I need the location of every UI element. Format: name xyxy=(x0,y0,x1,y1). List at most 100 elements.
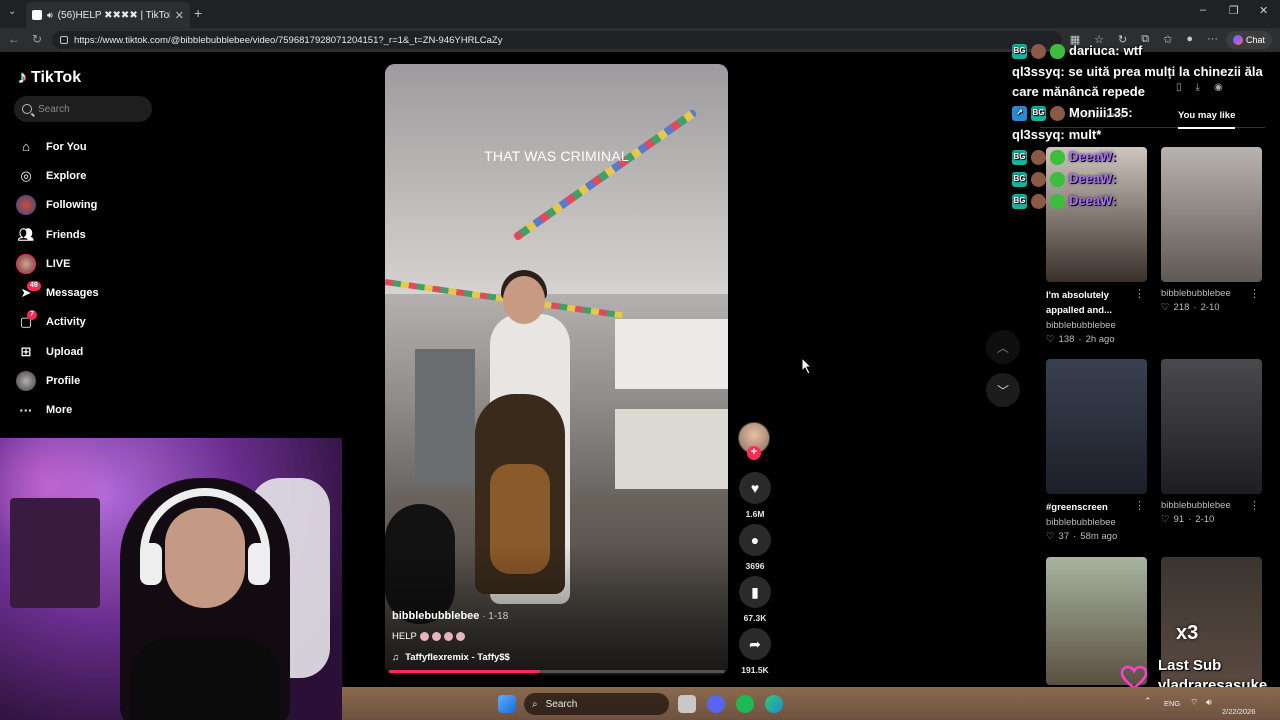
sub-badge-icon xyxy=(1050,149,1065,165)
sidebar-item-messages[interactable]: ➤ 49 Messages xyxy=(16,278,176,307)
live-avatar xyxy=(16,253,36,274)
card-more-icon[interactable]: ⋮ xyxy=(1249,499,1260,512)
search-input[interactable]: Search xyxy=(14,96,152,122)
chat-username: DeeaW: xyxy=(1069,171,1117,186)
video-progress-bar[interactable] xyxy=(389,670,725,673)
tiktok-logo[interactable]: ♪ TikTok xyxy=(18,67,81,88)
discord-icon[interactable] xyxy=(707,695,725,713)
cross-emoji-icon xyxy=(443,632,453,641)
taskbar-search[interactable]: ⌕ Search xyxy=(524,693,669,715)
chat-message: ↗ BG Moniii135: xyxy=(1012,102,1280,124)
sidebar-item-label: More xyxy=(46,404,73,417)
tiktok-wordmark: TikTok xyxy=(31,68,82,86)
messages-icon: ➤ 49 xyxy=(16,281,41,303)
video-player[interactable]: THAT WAS CRIMINAL xyxy=(385,64,728,675)
taskbar-date: 2/22/2026 xyxy=(1222,707,1256,716)
cross-emoji-icon xyxy=(431,632,441,641)
card-author: bibblebubblebee xyxy=(1046,320,1116,331)
card-more-icon[interactable]: ⋮ xyxy=(1134,499,1145,512)
video-author-link[interactable]: bibblebubblebee xyxy=(392,610,479,622)
sub-badge-icon xyxy=(1050,193,1065,209)
dot-separator: · xyxy=(1193,302,1197,313)
like-button[interactable]: ♥ xyxy=(739,472,771,504)
spotify-icon[interactable] xyxy=(736,695,754,713)
card-author: bibblebubblebee xyxy=(1161,288,1231,299)
sidebar-item-following[interactable]: Following xyxy=(16,191,176,220)
card-more-icon[interactable]: ⋮ xyxy=(1249,287,1260,300)
language-indicator[interactable]: ENG xyxy=(1164,699,1180,708)
previous-video-button[interactable]: ︿ xyxy=(986,330,1020,364)
sidebar-item-more[interactable]: ··· More xyxy=(16,396,176,425)
chat-username: ql3ssyq: xyxy=(1012,127,1065,142)
browser-tab-active[interactable]: 🔊︎ (56)HELP ✖✖✖✖ | TikTok ✕ xyxy=(26,2,190,28)
follow-plus-icon[interactable]: + xyxy=(747,446,761,460)
sidebar-item-friends[interactable]: 👥︎ Friends xyxy=(16,220,176,249)
chat-message: ql3ssyq: se uită prea mulți la chinezii … xyxy=(1012,62,1280,102)
comment-button[interactable]: ● xyxy=(739,524,771,556)
volume-icon[interactable]: 🔊︎ xyxy=(1206,697,1212,708)
recommended-card[interactable]: ⋮ bibblebubblebee ♡ 91 · 2-10 xyxy=(1161,359,1262,525)
speaker-icon[interactable]: 🔊︎ xyxy=(47,10,53,21)
reload-icon[interactable]: ↻ xyxy=(32,32,42,46)
activity-icon: ▢ 7 xyxy=(16,310,37,332)
site-info-icon[interactable] xyxy=(60,36,68,44)
sidebar-item-explore[interactable]: ◎ Explore xyxy=(16,161,176,190)
sidebar-item-upload[interactable]: ⊞ Upload xyxy=(16,337,176,366)
minimize-icon[interactable]: – xyxy=(1200,4,1206,16)
card-thumbnail xyxy=(1161,359,1262,494)
chat-message: ql3ssyq: mult* xyxy=(1012,124,1280,146)
chat-username: Moniii135: xyxy=(1069,105,1133,120)
heart-outline-icon: ♡ xyxy=(1161,514,1170,525)
card-likes: 138 xyxy=(1058,334,1075,345)
sidebar-item-live[interactable]: LIVE xyxy=(16,249,176,278)
share-button[interactable]: ➦ xyxy=(739,628,771,660)
cross-emoji-icon xyxy=(455,632,465,641)
video-description-text: HELP xyxy=(392,631,417,642)
taskbar-search-label: Search xyxy=(545,698,578,710)
network-icon[interactable]: ⌔ xyxy=(1190,697,1198,708)
chat-emote-icon xyxy=(1031,171,1046,187)
video-description: HELP xyxy=(392,631,465,642)
back-icon[interactable]: ← xyxy=(8,32,20,46)
taskbar-clock[interactable]: 2/22/2026 xyxy=(1222,692,1255,718)
new-tab-icon[interactable]: + xyxy=(194,5,202,21)
windows-start-icon[interactable] xyxy=(498,695,516,713)
recommended-card[interactable]: ⋮ #greenscreen bibblebubblebee ♡ 37 · 58m a… xyxy=(1046,359,1147,542)
card-stats: ♡ 91 · 2-10 xyxy=(1161,514,1262,525)
tab-title: (56)HELP ✖✖✖✖ | TikTok xyxy=(57,9,170,21)
combo-counter: x3 xyxy=(1176,622,1199,644)
heart-outline-icon: ♡ xyxy=(1046,531,1055,542)
sidebar-item-label: Profile xyxy=(46,375,81,388)
tab-search-chevron-icon[interactable]: ⌄ xyxy=(8,6,16,17)
card-title: #greenscreen xyxy=(1046,502,1108,513)
card-stats: ♡ 138 · 2h ago xyxy=(1046,334,1147,345)
close-window-icon[interactable]: ✕ xyxy=(1259,4,1268,17)
dot-separator: · xyxy=(1073,531,1077,542)
share-icon: ➦ xyxy=(749,635,761,652)
video-progress-fill xyxy=(389,670,541,673)
sidebar-item-activity[interactable]: ▢ 7 Activity xyxy=(16,308,176,337)
tiktok-note-icon: ♪ xyxy=(18,67,27,87)
search-icon: ⌕ xyxy=(532,698,538,710)
edge-icon[interactable] xyxy=(765,695,783,713)
next-video-button[interactable]: ﹀ xyxy=(986,373,1020,407)
card-more-icon[interactable]: ⋮ xyxy=(1134,287,1145,300)
heart-outline-icon: ♡ xyxy=(1046,334,1055,345)
address-bar[interactable]: https://www.tiktok.com/@bibblebubblebee/… xyxy=(52,31,1062,49)
sidebar-item-for-you[interactable]: ⌂ For You xyxy=(16,132,176,161)
video-text-overlay: THAT WAS CRIMINAL xyxy=(484,148,629,164)
sidebar-item-label: Upload xyxy=(46,345,84,358)
chat-message: BG DeeaW: xyxy=(1012,190,1280,212)
chat-emote-icon xyxy=(1050,105,1065,121)
video-music[interactable]: ♫ Taffyflexremix - Taffy$$ xyxy=(392,652,510,663)
card-thumbnail xyxy=(1046,359,1147,494)
sidebar-item-label: Messages xyxy=(46,287,99,300)
maximize-icon[interactable]: ❐ xyxy=(1229,4,1239,17)
webcam-person xyxy=(120,468,290,720)
sidebar-item-profile[interactable]: Profile xyxy=(16,366,176,395)
save-button[interactable]: ▮ xyxy=(739,576,771,608)
tab-close-icon[interactable]: ✕ xyxy=(175,9,184,22)
tray-chevron-icon[interactable]: ⌃ xyxy=(1144,696,1152,707)
file-explorer-icon[interactable] xyxy=(678,695,696,713)
card-title: I'm absolutely appalled and... xyxy=(1046,290,1112,316)
